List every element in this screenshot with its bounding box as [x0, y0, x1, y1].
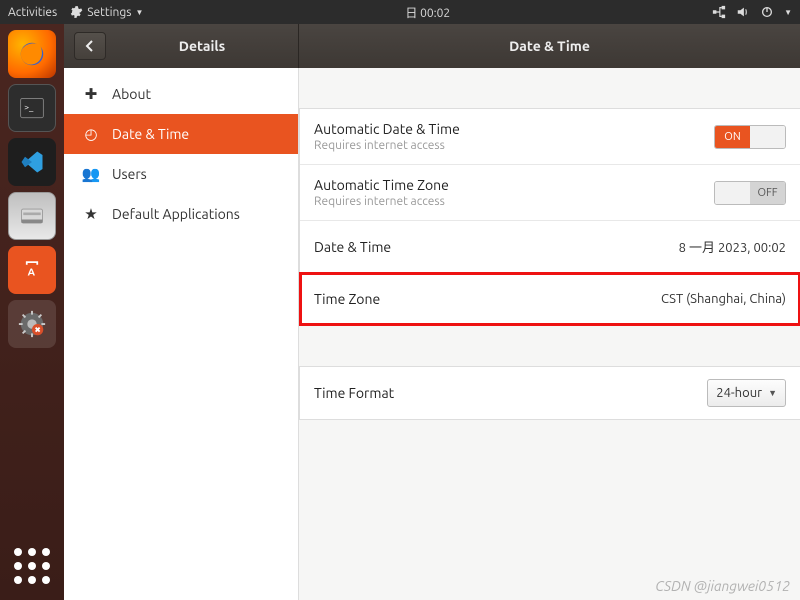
sidebar-item-default-apps[interactable]: ★ Default Applications — [64, 194, 298, 234]
power-icon — [760, 5, 774, 19]
volume-icon — [736, 5, 750, 19]
row-sublabel: Requires internet access — [314, 195, 714, 208]
users-icon: 👥 — [82, 165, 100, 183]
dock-item-files[interactable] — [8, 192, 56, 240]
network-icon — [712, 5, 726, 19]
row-label: Automatic Date & Time — [314, 121, 714, 137]
row-time-zone[interactable]: Time Zone CST (Shanghai, China) — [300, 273, 800, 325]
chevron-down-icon: ▼ — [768, 388, 777, 398]
sidebar-item-label: Default Applications — [112, 206, 240, 222]
sidebar-item-label: Date & Time — [112, 126, 189, 142]
sidebar-item-label: About — [112, 86, 151, 102]
settings-content: Automatic Date & Time Requires internet … — [299, 68, 800, 600]
row-auto-time-zone: Automatic Time Zone Requires internet ac… — [300, 165, 800, 221]
sidebar-item-date-time[interactable]: ◴ Date & Time — [64, 114, 298, 154]
date-time-value: 8 一月 2023, 00:02 — [679, 237, 786, 256]
row-label: Automatic Time Zone — [314, 177, 714, 193]
dock-item-settings[interactable] — [8, 300, 56, 348]
row-time-format: Time Format 24-hour ▼ — [300, 367, 800, 419]
headerbar: Details Date & Time — [64, 24, 800, 68]
gear-icon — [69, 5, 83, 19]
svg-text:>_: >_ — [24, 102, 34, 112]
details-sidebar: ✚ About ◴ Date & Time 👥 Users ★ Default … — [64, 68, 299, 600]
sidebar-item-about[interactable]: ✚ About — [64, 74, 298, 114]
toggle-auto-date-time[interactable]: ON. — [714, 125, 786, 149]
plus-icon: ✚ — [82, 85, 100, 103]
time-format-dropdown[interactable]: 24-hour ▼ — [707, 379, 786, 407]
back-button[interactable] — [74, 32, 106, 60]
row-label: Date & Time — [314, 239, 679, 255]
clock-icon: ◴ — [82, 125, 100, 143]
row-date-time[interactable]: Date & Time 8 一月 2023, 00:02 — [300, 221, 800, 273]
settings-window: Details Date & Time ✚ About ◴ Date & Tim… — [64, 24, 800, 600]
svg-text:A: A — [28, 265, 36, 277]
sidebar-title: Details — [106, 38, 298, 54]
row-auto-date-time: Automatic Date & Time Requires internet … — [300, 109, 800, 165]
clock[interactable]: 日 00:02 — [143, 4, 712, 21]
chevron-down-icon: ▼ — [135, 8, 143, 17]
chevron-down-icon: ▼ — [784, 8, 792, 17]
gnome-top-panel: Activities Settings ▼ 日 00:02 ▼ — [0, 0, 800, 24]
toggle-auto-time-zone[interactable]: .OFF — [714, 181, 786, 205]
app-menu[interactable]: Settings ▼ — [69, 5, 143, 19]
status-area[interactable]: ▼ — [712, 5, 792, 19]
dock-item-firefox[interactable] — [8, 30, 56, 78]
row-label: Time Format — [314, 385, 707, 401]
row-label: Time Zone — [314, 291, 661, 307]
row-sublabel: Requires internet access — [314, 139, 714, 152]
time-zone-value: CST (Shanghai, China) — [661, 292, 786, 306]
show-applications-button[interactable] — [8, 542, 56, 590]
dock-item-software[interactable]: A — [8, 246, 56, 294]
launcher-dock: >_ A — [0, 24, 64, 600]
page-title: Date & Time — [299, 24, 800, 68]
dock-item-vscode[interactable] — [8, 138, 56, 186]
star-icon: ★ — [82, 205, 100, 223]
activities-button[interactable]: Activities — [8, 6, 57, 19]
dock-item-terminal[interactable]: >_ — [8, 84, 56, 132]
sidebar-item-users[interactable]: 👥 Users — [64, 154, 298, 194]
sidebar-item-label: Users — [112, 166, 147, 182]
